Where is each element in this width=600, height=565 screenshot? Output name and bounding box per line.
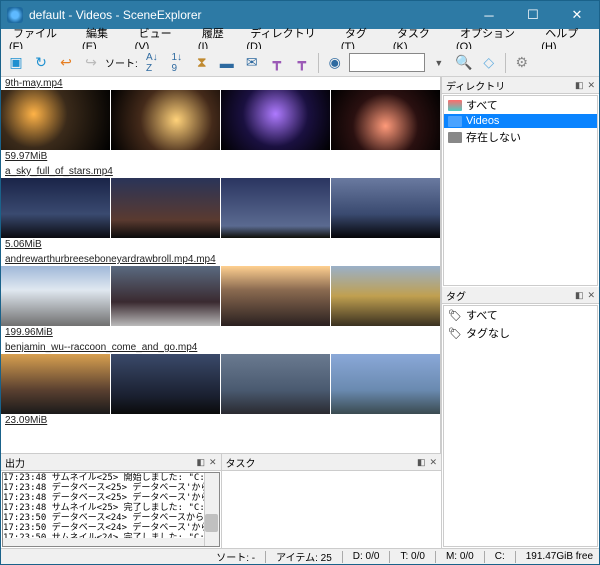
tag-icon: 🏷 xyxy=(448,327,462,340)
dropdown-icon[interactable]: ▼ xyxy=(428,52,450,74)
tree-item-videos[interactable]: Videos xyxy=(444,114,597,128)
thumbnail[interactable] xyxy=(1,90,110,150)
tag-panel: タグ ◧✕ 🏷すべて 🏷タグなし xyxy=(442,287,599,548)
erase-icon[interactable]: ◇ xyxy=(478,52,500,74)
video-name[interactable]: andrewarthurbreeseboneyardrawbroll.mp4.m… xyxy=(1,253,440,266)
thumbnail[interactable] xyxy=(111,90,220,150)
status-t: T: 0/0 xyxy=(400,551,424,562)
status-free: 191.47GiB free xyxy=(526,551,593,562)
hourglass-icon[interactable]: ⧗ xyxy=(191,52,213,74)
brush-icon[interactable]: ┳ xyxy=(266,52,288,74)
back-icon[interactable]: ↩ xyxy=(55,52,77,74)
thumbnail[interactable] xyxy=(221,178,330,238)
pane-float-icon[interactable]: ◧ xyxy=(575,80,584,91)
thumbnail[interactable] xyxy=(111,354,220,414)
tree-item-all[interactable]: すべて xyxy=(444,96,597,114)
statusbar: ソート: - アイテム: 25 D: 0/0 T: 0/0 M: 0/0 C: … xyxy=(1,548,599,564)
tag-title: タグ xyxy=(446,288,466,303)
mail-icon[interactable]: ✉ xyxy=(241,52,263,74)
directory-panel: ディレクトリ ◧✕ すべて Videos 存在しない xyxy=(442,77,599,287)
folder-icon[interactable]: ▬ xyxy=(216,52,238,74)
tag-item-none[interactable]: 🏷タグなし xyxy=(444,324,597,342)
pane-float-icon[interactable]: ◧ xyxy=(417,457,426,468)
status-sort: ソート: - xyxy=(216,549,255,564)
thumbnail[interactable] xyxy=(331,178,440,238)
status-items: アイテム: 25 xyxy=(276,549,332,564)
directory-tree[interactable]: すべて Videos 存在しない xyxy=(443,95,598,286)
thumbnail[interactable] xyxy=(221,90,330,150)
gear-icon[interactable]: ⚙ xyxy=(511,52,533,74)
video-size: 59.97MiB xyxy=(1,150,440,163)
tag-item-all[interactable]: 🏷すべて xyxy=(444,306,597,324)
refresh-icon[interactable]: ↻ xyxy=(30,52,52,74)
window-title: default - Videos - SceneExplorer xyxy=(29,8,467,22)
sort-19-icon[interactable]: 1↓9 xyxy=(166,52,188,74)
forward-icon[interactable]: ↪ xyxy=(80,52,102,74)
missing-icon xyxy=(448,132,462,143)
thumbnail[interactable] xyxy=(221,266,330,326)
video-item: a_sky_full_of_stars.mp4 5.06MiB xyxy=(1,165,440,251)
output-title: 出力 xyxy=(5,455,25,470)
pane-close-icon[interactable]: ✕ xyxy=(587,80,595,91)
tag-tree[interactable]: 🏷すべて 🏷タグなし xyxy=(443,305,598,547)
menubar: ファイル(F) 編集(E) ビュー(V) 履歴(I) ディレクトリ(D) タグ(… xyxy=(1,29,599,49)
thumbnail[interactable] xyxy=(1,178,110,238)
thumbnail[interactable] xyxy=(331,354,440,414)
video-item: 9th-may.mp4 59.97MiB xyxy=(1,77,440,163)
scrollbar-horizontal[interactable] xyxy=(3,538,204,546)
thumbnail[interactable] xyxy=(221,354,330,414)
status-c: C: xyxy=(495,551,505,562)
pane-close-icon[interactable]: ✕ xyxy=(587,290,595,301)
search-icon[interactable]: 🔍 xyxy=(453,52,475,74)
scrollbar-vertical[interactable] xyxy=(204,473,219,546)
tag-icon: 🏷 xyxy=(448,309,462,322)
pane-float-icon[interactable]: ◧ xyxy=(196,457,205,468)
sort-label: ソート: xyxy=(105,55,138,70)
toolbar: ▣ ↻ ↩ ↪ ソート: A↓Z 1↓9 ⧗ ▬ ✉ ┳ ┳ ◉ ▼ 🔍 ◇ ⚙ xyxy=(1,49,599,77)
video-size: 199.96MiB xyxy=(1,326,440,339)
video-size: 23.09MiB xyxy=(1,414,440,427)
pane-float-icon[interactable]: ◧ xyxy=(575,290,584,301)
pane-close-icon[interactable]: ✕ xyxy=(429,457,437,468)
log-textarea[interactable]: 17:23:48 サムネイル<25> 開始しました: "C:/freesoft1… xyxy=(2,472,220,547)
app-icon xyxy=(7,7,23,23)
video-item: benjamin_wu--raccoon_come_and_go.mp4 23.… xyxy=(1,341,440,427)
tree-item-missing[interactable]: 存在しない xyxy=(444,128,597,146)
task-body xyxy=(222,471,442,548)
status-m: M: 0/0 xyxy=(446,551,474,562)
video-size: 5.06MiB xyxy=(1,238,440,251)
brush2-icon[interactable]: ┳ xyxy=(291,52,313,74)
thumbnail[interactable] xyxy=(331,90,440,150)
folder-open-icon[interactable]: ▣ xyxy=(5,52,27,74)
status-d: D: 0/0 xyxy=(353,551,380,562)
video-name[interactable]: benjamin_wu--raccoon_come_and_go.mp4 xyxy=(1,341,440,354)
pane-close-icon[interactable]: ✕ xyxy=(209,457,217,468)
task-pane: タスク ◧✕ xyxy=(222,454,442,548)
video-name[interactable]: a_sky_full_of_stars.mp4 xyxy=(1,165,440,178)
target-icon[interactable]: ◉ xyxy=(324,52,346,74)
scrollbar-thumb[interactable] xyxy=(205,514,218,532)
directory-title: ディレクトリ xyxy=(446,78,505,93)
video-item: andrewarthurbreeseboneyardrawbroll.mp4.m… xyxy=(1,253,440,339)
all-icon xyxy=(448,100,462,111)
thumbnail[interactable] xyxy=(1,266,110,326)
thumbnail[interactable] xyxy=(331,266,440,326)
gallery[interactable]: 9th-may.mp4 59.97MiB a_sky_full_of_stars… xyxy=(1,77,441,453)
video-name[interactable]: 9th-may.mp4 xyxy=(1,77,440,90)
search-input[interactable] xyxy=(349,53,425,72)
thumbnail[interactable] xyxy=(1,354,110,414)
thumbnail[interactable] xyxy=(111,178,220,238)
sort-az-icon[interactable]: A↓Z xyxy=(141,52,163,74)
output-pane: 出力 ◧ ✕ 17:23:48 サムネイル<25> 開始しました: "C:/free… xyxy=(1,454,222,548)
folder-icon xyxy=(448,116,462,127)
thumbnail[interactable] xyxy=(111,266,220,326)
task-title: タスク xyxy=(226,455,256,470)
